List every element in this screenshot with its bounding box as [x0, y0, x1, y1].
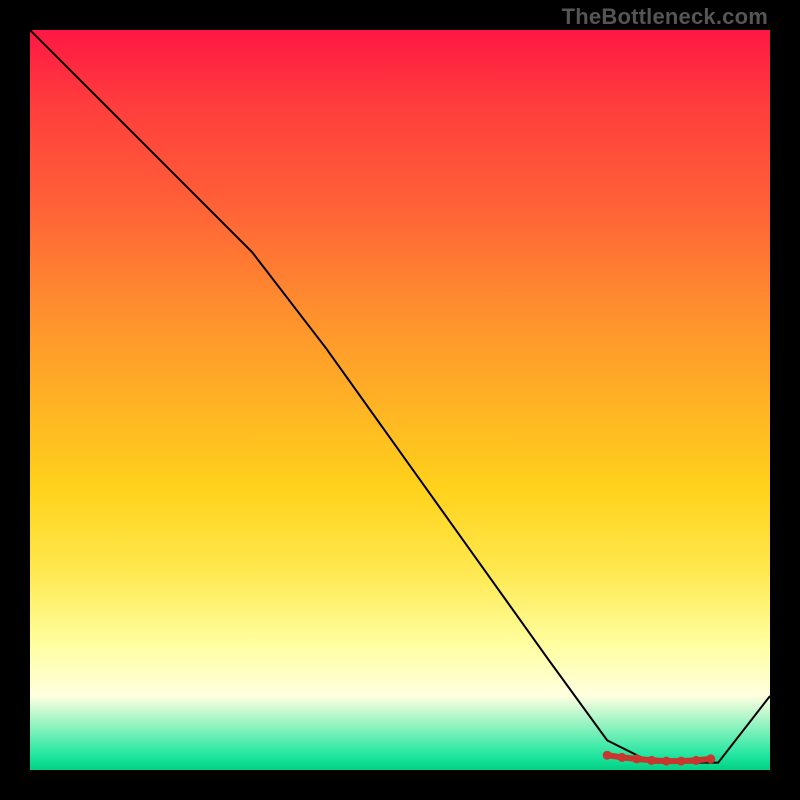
marker-dot: [603, 751, 611, 759]
line-series: [30, 30, 770, 763]
marker-dot: [618, 753, 626, 761]
marker-dot: [707, 755, 715, 763]
marker-dot: [677, 757, 685, 765]
watermark-text: TheBottleneck.com: [562, 4, 768, 30]
marker-dot: [662, 757, 670, 765]
chart-overlay: [30, 30, 770, 770]
marker-cluster: [603, 751, 715, 765]
chart-frame: TheBottleneck.com: [0, 0, 800, 800]
marker-dot: [648, 756, 656, 764]
marker-dot: [692, 756, 700, 764]
marker-dot: [633, 755, 641, 763]
